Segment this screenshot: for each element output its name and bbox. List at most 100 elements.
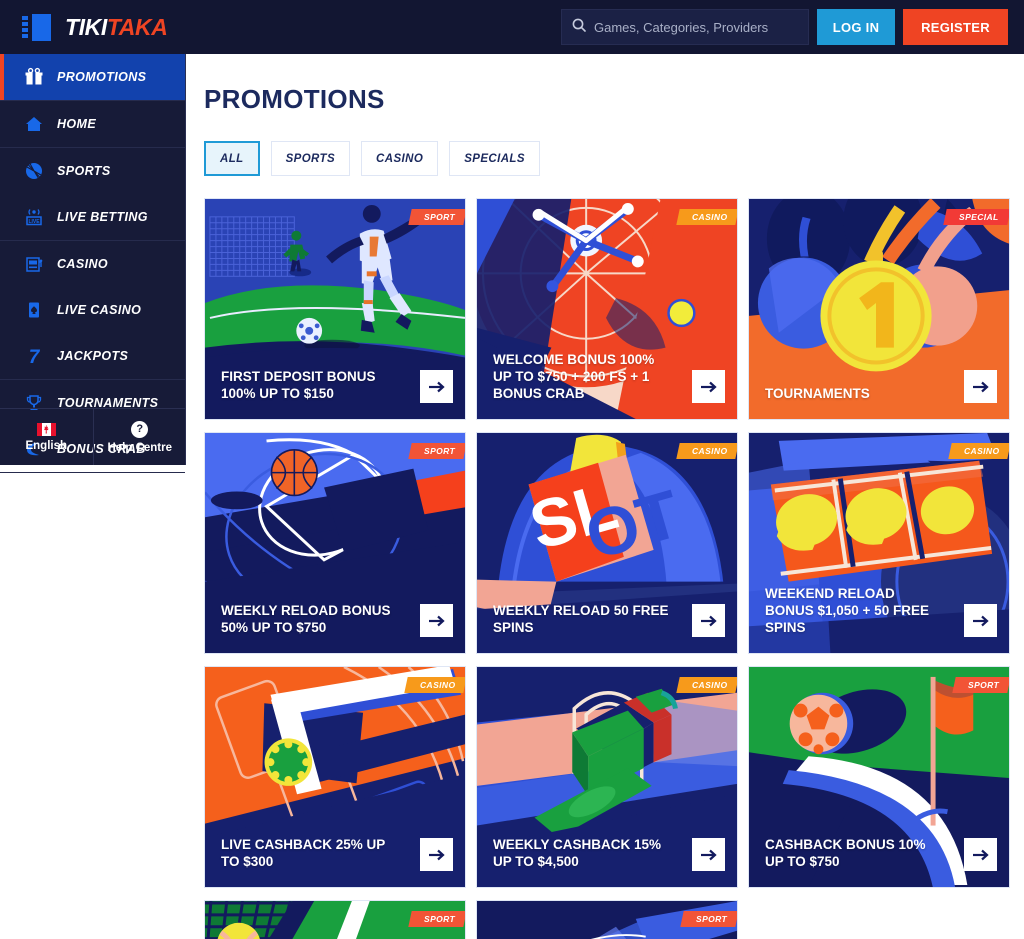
filter-tab-specials[interactable]: SPECIALS [449,141,540,176]
ball-icon [24,161,44,181]
promotion-card[interactable]: SPECIAL TOURNAMENTS [748,198,1010,420]
arrow-right-icon [429,849,445,860]
home-icon [24,114,44,134]
gift-icon [24,67,44,87]
arrow-right-icon [701,615,717,626]
card-badge: SPORT [680,911,737,927]
card-arrow-button[interactable] [692,838,725,871]
card-badge: CASINO [403,677,465,693]
sidebar-item-live-casino[interactable]: LIVE CASINO [0,287,185,333]
main-content: PROMOTIONS ALL SPORTS CASINO SPECIALS SP… [186,54,1024,939]
promotion-card[interactable]: SPORT [476,900,738,939]
promotion-card[interactable]: CASINO WELCOME BONUS 100% UP TO $750 + 2… [476,198,738,420]
card-footer: WEEKLY CASHBACK 15% UP TO $4,500 [477,837,737,887]
sidebar-item-label: LIVE CASINO [57,303,142,317]
promotion-card[interactable]: SPORT [204,900,466,939]
sidebar-item-label: SPORTS [57,164,111,178]
card-badge: SPORT [952,677,1009,693]
promotion-card[interactable]: SL OT CASINO WEEKLY RELOAD 50 FREE SPINS [476,432,738,654]
card-title: WEEKEND RELOAD BONUS $1,050 + 50 FREE SP… [765,586,929,636]
promotions-page: TIKITAKA LOG IN REGISTER PROMOTIONS [0,0,1024,939]
card-title: LIVE CASHBACK 25% UP TO $300 [221,837,386,870]
card-arrow-button[interactable] [964,604,997,637]
brand-logo[interactable]: TIKITAKA [22,13,168,41]
card-arrow-button[interactable] [692,370,725,403]
arrow-right-icon [701,849,717,860]
top-bar: TIKITAKA LOG IN REGISTER [0,0,1024,54]
card-title: WEEKLY CASHBACK 15% UP TO $4,500 [493,837,662,870]
card-footer: FIRST DEPOSIT BONUS 100% UP TO $150 [205,369,465,419]
filter-tab-casino[interactable]: CASINO [361,141,439,176]
sidebar-group-sports: SPORTS LIVE LIVE BETTING [0,148,185,241]
live-broadcast-icon: LIVE [24,207,44,227]
filter-tab-all[interactable]: ALL [204,141,260,176]
lucky-seven-icon: 7 [24,346,44,368]
promotions-grid: SPORT FIRST DEPOSIT BONUS 100% UP TO $15… [204,198,1010,939]
arrow-right-icon [973,615,989,626]
question-mark-icon: ? [131,420,149,438]
canada-flag-icon [36,422,56,436]
card-footer: WEEKLY RELOAD 50 FREE SPINS [477,603,737,653]
card-arrow-button[interactable] [420,370,453,403]
card-footer: WELCOME BONUS 100% UP TO $750 + 200 FS +… [477,352,737,419]
promotion-card[interactable]: SPORT FIRST DEPOSIT BONUS 100% UP TO $15… [204,198,466,420]
card-title: WEEKLY RELOAD 50 FREE SPINS [493,603,669,636]
search-box[interactable] [561,9,809,45]
sidebar-item-label: HOME [57,117,97,131]
sidebar-item-label: JACKPOTS [57,349,129,363]
brand-name: TIKITAKA [65,13,168,41]
arrow-right-icon [429,615,445,626]
promotion-card[interactable]: SPORT CASHBACK BONUS 10% UP TO $750 [748,666,1010,888]
register-button[interactable]: REGISTER [903,9,1008,45]
promotion-card[interactable]: CASINO WEEKLY CASHBACK 15% UP TO $4,500 [476,666,738,888]
sidebar-item-promotions[interactable]: PROMOTIONS [0,54,185,100]
brand-name-part1: TIKI [65,13,107,40]
arrow-right-icon [701,381,717,392]
sidebar: PROMOTIONS HOME SPORTS LIVE LIVE BETTING… [0,54,186,473]
arrow-right-icon [973,849,989,860]
sidebar-item-sports[interactable]: SPORTS [0,148,185,194]
sidebar-item-live-betting[interactable]: LIVE LIVE BETTING [0,194,185,240]
search-input[interactable] [594,19,794,35]
card-arrow-button[interactable] [964,370,997,403]
help-centre-label: Help Centre [107,441,173,454]
language-selector[interactable]: English [0,409,94,465]
card-badge: SPORT [408,911,465,927]
card-badge: CASINO [675,209,737,225]
sidebar-item-casino[interactable]: CASINO [0,241,185,287]
language-label: English [25,439,68,452]
promotion-card[interactable]: SPORT WEEKLY RELOAD BONUS 50% UP TO $750 [204,432,466,654]
sidebar-item-label: PROMOTIONS [57,70,147,84]
card-arrow-button[interactable] [420,838,453,871]
sidebar-item-jackpots[interactable]: 7 JACKPOTS [0,333,185,379]
playing-card-icon [24,300,44,320]
filter-tab-sports[interactable]: SPORTS [270,141,351,176]
top-bar-actions: LOG IN REGISTER [561,9,1008,45]
brand-name-part2: TAKA [106,13,168,40]
card-badge: CASINO [675,677,737,693]
filmstrip-logo-icon [22,13,52,41]
card-badge: SPORT [408,443,465,459]
login-button[interactable]: LOG IN [817,9,895,45]
card-badge: SPECIAL [943,209,1009,225]
arrow-right-icon [973,381,989,392]
card-badge: CASINO [675,443,737,459]
card-footer: LIVE CASHBACK 25% UP TO $300 [205,837,465,887]
arrow-right-icon [429,381,445,392]
card-arrow-button[interactable] [964,838,997,871]
search-icon [572,18,586,37]
sidebar-group-home: HOME [0,101,185,148]
card-footer: WEEKEND RELOAD BONUS $1,050 + 50 FREE SP… [749,586,1009,653]
help-centre-button[interactable]: ? Help Centre [94,409,187,465]
card-footer: TOURNAMENTS [749,370,1009,419]
card-arrow-button[interactable] [420,604,453,637]
sidebar-footer: English ? Help Centre [0,408,186,465]
card-arrow-button[interactable] [692,604,725,637]
promotion-card[interactable]: CASINO WEEKEND RELOAD BONUS $1,050 + 50 … [748,432,1010,654]
sidebar-item-label: LIVE BETTING [57,210,148,224]
promotion-card[interactable]: CASINO LIVE CASHBACK 25% UP TO $300 [204,666,466,888]
svg-text:7: 7 [29,347,41,366]
sidebar-item-home[interactable]: HOME [0,101,185,147]
card-title: WEEKLY RELOAD BONUS 50% UP TO $750 [221,603,391,636]
sidebar-group-promotions: PROMOTIONS [0,54,185,101]
